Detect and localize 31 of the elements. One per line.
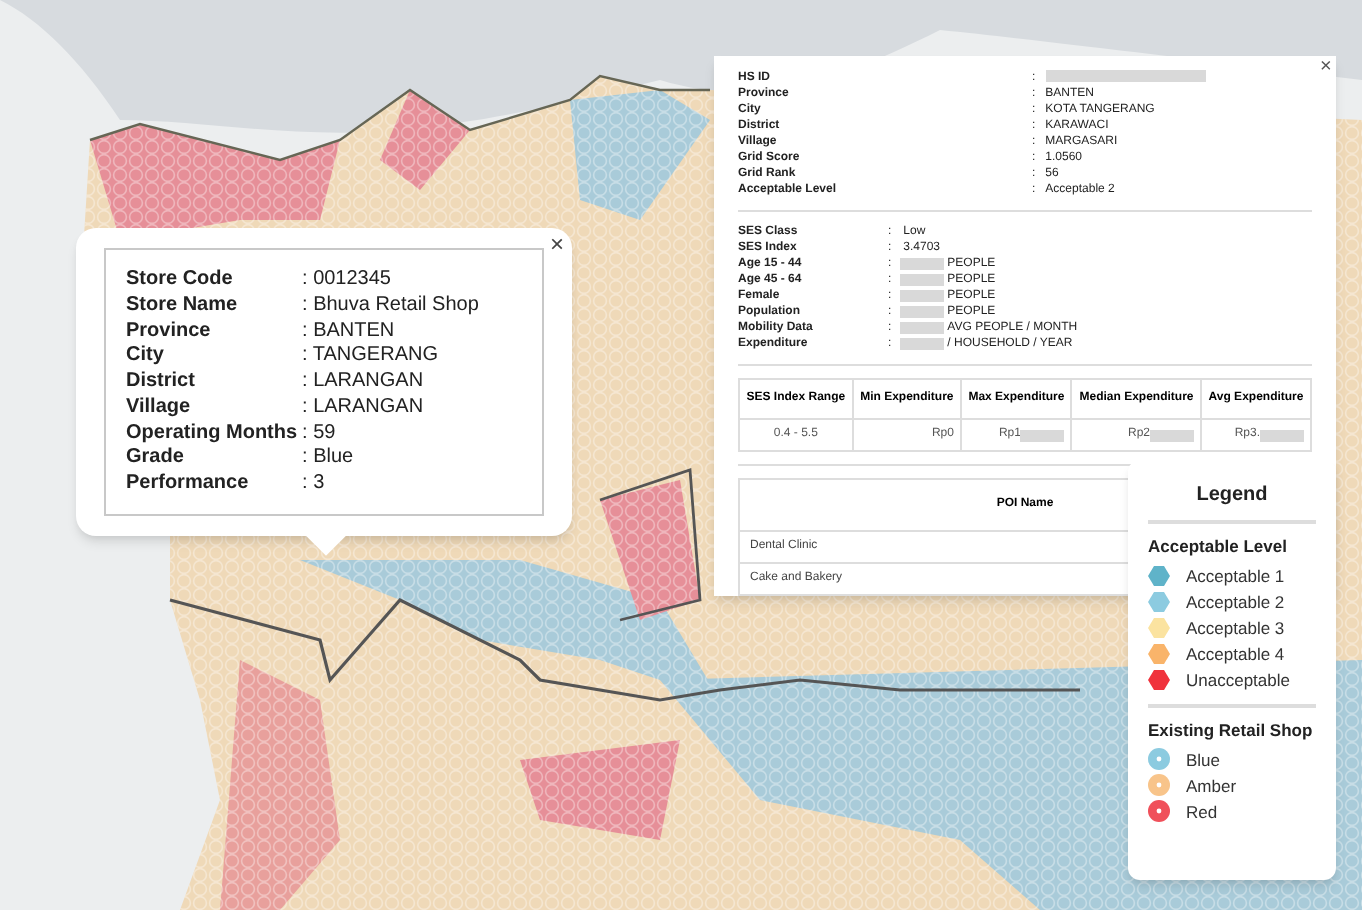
field-label: City <box>126 344 166 369</box>
legend-section-title: Acceptable Level <box>1148 536 1289 558</box>
field-label: Performance <box>126 472 251 496</box>
legend-label: Unacceptable <box>1186 669 1290 689</box>
field-value: : LARANGAN <box>302 370 424 394</box>
legend-label: Acceptable 2 <box>1186 591 1285 611</box>
field-value: : 3 <box>302 472 325 496</box>
field-value: : 0012345 <box>302 268 391 292</box>
field-label: Store Name <box>126 293 240 318</box>
field-value: : Bhuva Retail Shop <box>302 293 479 318</box>
field-label: Store Code <box>126 268 235 292</box>
legend-label: Blue <box>1186 749 1221 769</box>
field-value: : 59 <box>302 421 336 445</box>
legend-label: Amber <box>1186 775 1237 795</box>
field-label: Operating Months <box>126 421 300 445</box>
legend-label: Red <box>1186 801 1218 821</box>
field-value: : BANTEN <box>302 319 395 343</box>
close-button[interactable]: × <box>549 232 564 256</box>
field-value: : TANGERANG <box>302 344 438 369</box>
legend-title: Legend <box>1194 484 1270 508</box>
field-label: Province <box>126 319 213 343</box>
field-value: : LARANGAN <box>302 395 424 420</box>
legend-label: Acceptable 4 <box>1186 643 1285 663</box>
legend-label: Acceptable 3 <box>1186 617 1285 637</box>
close-button[interactable]: × <box>1320 58 1332 78</box>
field-label: District <box>126 370 197 394</box>
legend-label: Acceptable 1 <box>1186 565 1285 585</box>
field-label: Village <box>126 395 193 420</box>
field-value: : Blue <box>302 446 354 471</box>
legend-section-title: Existing Retail Shop <box>1148 720 1315 742</box>
field-label: Grade <box>126 446 186 471</box>
